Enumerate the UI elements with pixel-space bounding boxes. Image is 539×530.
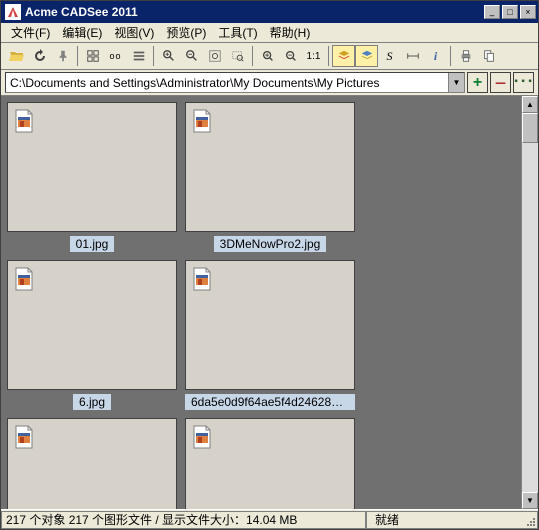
thumbnail-label: 6da5e0d9f64ae5f4d24628623c0... <box>185 394 355 410</box>
thumbnail-item[interactable]: 01.jpg <box>7 102 177 252</box>
path-input[interactable] <box>6 73 448 92</box>
content-area: 01.jpg 3DMeNowPro2.jpg 6.jpg 6da5e0d9f64ae5… <box>1 95 538 509</box>
scroll-up-button[interactable]: ▲ <box>522 96 538 113</box>
thumbnail-item[interactable]: 3DMeNowPro2.jpg <box>185 102 355 252</box>
layers2-button[interactable] <box>355 45 378 67</box>
separator <box>450 46 451 66</box>
remove-button[interactable]: — <box>490 72 511 93</box>
image-file-icon <box>192 425 212 449</box>
vertical-scrollbar[interactable]: ▲ ▼ <box>521 96 538 509</box>
path-combo: ▼ <box>5 72 465 93</box>
separator <box>153 46 154 66</box>
statusbar: 217 个对象 217 个图形文件 / 显示文件大小：14.04 MB 就绪 <box>1 509 538 529</box>
window-controls: _ □ × <box>484 5 538 19</box>
detail-view-button[interactable]: oo <box>104 45 127 67</box>
separator <box>252 46 253 66</box>
thumbnail-item[interactable]: 6da5e0d9f64ae5f4d24628623c0... <box>185 260 355 410</box>
app-window: Acme CADSee 2011 _ □ × 文件(F) 编辑(E) 视图(V)… <box>0 0 539 530</box>
refresh-button[interactable] <box>28 45 51 67</box>
minimize-button[interactable]: _ <box>484 5 500 19</box>
thumbnail-frame <box>7 260 177 390</box>
toolbar: oo 1:1 S <box>1 43 538 70</box>
copy-button[interactable] <box>477 45 500 67</box>
thumbnail-label: 3DMeNowPro2.jpg <box>214 236 327 252</box>
menu-view[interactable]: 视图(V) <box>108 22 160 43</box>
image-file-icon <box>192 109 212 133</box>
addressbar: ▼ + — ▪▪▪ <box>1 70 538 95</box>
open-folder-button[interactable] <box>5 45 28 67</box>
thumbnail-item[interactable] <box>185 418 355 509</box>
scroll-thumb[interactable] <box>522 113 538 143</box>
zoom-out-icon[interactable] <box>180 45 203 67</box>
menu-tools[interactable]: 工具(T) <box>212 22 263 43</box>
pin-button[interactable] <box>51 45 74 67</box>
layers-button[interactable] <box>332 45 355 67</box>
snap-s-button[interactable]: S <box>378 45 401 67</box>
scroll-down-button[interactable]: ▼ <box>522 492 538 509</box>
menu-help[interactable]: 帮助(H) <box>264 22 317 43</box>
close-button[interactable]: × <box>520 5 536 19</box>
thumbnail-item[interactable]: 6.jpg <box>7 260 177 410</box>
menu-file[interactable]: 文件(F) <box>5 22 56 43</box>
zoom-prev-icon[interactable] <box>256 45 279 67</box>
resize-grip-icon[interactable] <box>527 518 535 526</box>
thumbnail-frame <box>7 102 177 232</box>
status-right: 就绪 <box>366 511 538 529</box>
separator <box>328 46 329 66</box>
thumbnail-frame <box>7 418 177 509</box>
scroll-track[interactable] <box>522 143 538 492</box>
image-file-icon <box>14 267 34 291</box>
measure-button[interactable] <box>401 45 424 67</box>
window-title: Acme CADSee 2011 <box>25 5 484 19</box>
zoom-in-icon[interactable] <box>157 45 180 67</box>
status-left: 217 个对象 217 个图形文件 / 显示文件大小：14.04 MB <box>1 511 366 529</box>
zoom-fit-icon[interactable] <box>203 45 226 67</box>
app-icon <box>5 4 21 20</box>
path-dropdown-button[interactable]: ▼ <box>448 73 464 92</box>
thumbnail-frame <box>185 418 355 509</box>
menu-preview[interactable]: 预览(P) <box>160 22 212 43</box>
zoom-next-icon[interactable] <box>279 45 302 67</box>
image-file-icon <box>14 109 34 133</box>
image-file-icon <box>14 425 34 449</box>
menubar: 文件(F) 编辑(E) 视图(V) 预览(P) 工具(T) 帮助(H) <box>1 23 538 43</box>
thumbnail-view-button[interactable] <box>81 45 104 67</box>
zoom-actual-icon[interactable]: 1:1 <box>302 45 325 67</box>
thumbnail-label: 6.jpg <box>73 394 111 410</box>
zoom-region-icon[interactable] <box>226 45 249 67</box>
titlebar: Acme CADSee 2011 _ □ × <box>1 1 538 23</box>
info-button[interactable]: i <box>424 45 447 67</box>
thumbnail-frame <box>185 260 355 390</box>
separator <box>77 46 78 66</box>
list-view-button[interactable] <box>127 45 150 67</box>
add-button[interactable]: + <box>467 72 488 93</box>
more-button[interactable]: ▪▪▪ <box>513 72 534 93</box>
print-button[interactable] <box>454 45 477 67</box>
thumbnail-label: 01.jpg <box>70 236 115 252</box>
thumbnail-item[interactable] <box>7 418 177 509</box>
image-file-icon <box>192 267 212 291</box>
icon-view[interactable]: 01.jpg 3DMeNowPro2.jpg 6.jpg 6da5e0d9f64ae5… <box>1 96 521 509</box>
menu-edit[interactable]: 编辑(E) <box>56 22 108 43</box>
thumbnail-frame <box>185 102 355 232</box>
maximize-button[interactable]: □ <box>502 5 518 19</box>
